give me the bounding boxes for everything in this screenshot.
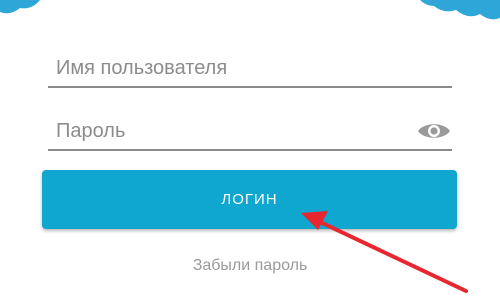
eye-icon[interactable] (416, 119, 452, 143)
username-field[interactable] (48, 50, 452, 88)
login-button-label: ЛОГИН (221, 191, 278, 208)
forgot-password-link[interactable]: Забыли пароль (0, 257, 500, 275)
header-cloud-right (420, 0, 500, 20)
header-cloud-left (0, 0, 40, 14)
username-input[interactable] (48, 50, 452, 86)
password-input[interactable] (48, 113, 452, 149)
login-button[interactable]: ЛОГИН (42, 170, 457, 229)
password-field[interactable] (48, 113, 452, 151)
